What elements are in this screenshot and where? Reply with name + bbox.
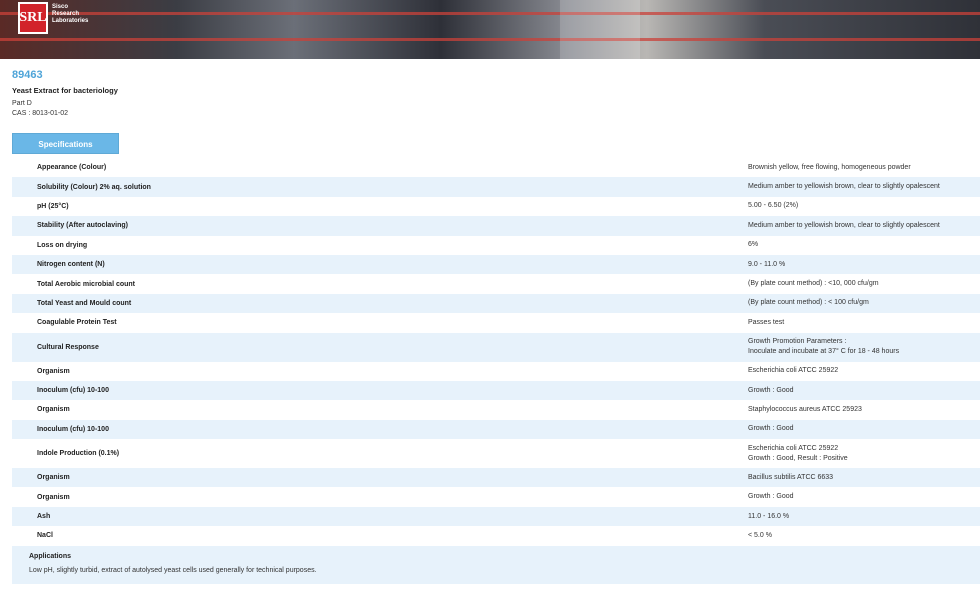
table-row: pH (25°C) 5.00 - 6.50 (2%) — [12, 197, 980, 216]
table-row: Solubility (Colour) 2% aq. solution Mediu… — [12, 177, 980, 197]
spec-value-line: 6% — [748, 241, 759, 249]
spec-value: Medium amber to yellowish brown, clear t… — [748, 216, 980, 236]
spec-value-line: Escherichia coli ATCC 25922 — [748, 367, 839, 375]
spec-value-line: Medium amber to yellowish brown, clear t… — [748, 183, 940, 191]
spec-property: Appearance (Colour) — [37, 164, 107, 172]
product-part: Part D — [12, 100, 32, 107]
spec-value-line: Escherichia coli ATCC 25922 — [748, 444, 839, 452]
table-row: Inoculum (cfu) 10-100 Growth : Good — [12, 419, 980, 440]
spec-value: 5.00 - 6.50 (2%) — [748, 197, 980, 216]
spec-property: Inoculum (cfu) 10-100 — [12, 380, 748, 401]
spec-value-line: 11.0 - 16.0 % — [748, 512, 790, 520]
spec-value-line: Growth : Good — [748, 425, 794, 433]
spec-property: Indole Production (0.1%) — [37, 450, 120, 458]
spec-value: Bacillus subtilis ATCC 6633 — [748, 468, 980, 488]
applications-text: Low pH, slightly turbid, extract of auto… — [29, 566, 317, 574]
spec-value-line: Growth : Good — [748, 493, 794, 501]
logo-line: Sisco — [52, 4, 69, 10]
table-row: Indole Production (0.1%) Escherichia coli… — [12, 439, 980, 468]
spec-value: < 5.0 % — [748, 526, 980, 545]
applications-title: Applications — [29, 552, 72, 560]
spec-property: Inoculum (cfu) 10-100 — [12, 419, 748, 440]
product-meta: Part D CAS : 8013-01-02 — [12, 99, 980, 119]
spec-value-line: < 5.0 % — [748, 531, 772, 539]
spec-value-line: 5.00 - 6.50 (2%) — [748, 202, 799, 210]
spec-value-line: Medium amber to yellowish brown, clear t… — [748, 221, 940, 229]
table-row: Organism Bacillus subtilis ATCC 6633 — [12, 468, 980, 488]
banner-shelf-stripe — [0, 12, 980, 15]
spec-value: Brownish yellow, free flowing, homogeneo… — [748, 158, 980, 177]
spec-value: Staphylococcus aureus ATCC 25923 — [748, 400, 980, 419]
spec-value: Growth : Good — [748, 487, 980, 506]
logo-text: Sisco Research Laboratories — [52, 4, 88, 25]
spec-value-line: Brownish yellow, free flowing, homogeneo… — [748, 163, 911, 171]
banner-light — [560, 0, 640, 59]
spec-value: 9.0 - 11.0 % — [748, 254, 980, 275]
spec-property: Cultural Response — [12, 332, 748, 362]
spec-property: Organism — [37, 493, 70, 501]
spec-value-line: Inoculate and incubate at 37° C for 18 -… — [748, 348, 900, 356]
spec-property: Ash — [12, 506, 748, 527]
logo-line: Research — [52, 11, 80, 17]
table-row: Organism Growth : Good — [12, 487, 980, 506]
spec-value: Growth : Good — [748, 419, 980, 440]
product-content: 89463 Yeast Extract for bacteriology Par… — [0, 59, 980, 584]
spec-property: Solubility (Colour) 2% aq. solution — [12, 177, 748, 197]
table-row: Total Aerobic microbial count (By plate c… — [12, 274, 980, 293]
spec-value-line: 9.0 - 11.0 % — [748, 260, 786, 268]
spec-property: Organism — [12, 468, 748, 488]
spec-value: Passes test — [748, 313, 980, 332]
table-row: Organism Escherichia coli ATCC 25922 — [12, 362, 980, 381]
header-banner: SRL Sisco Research Laboratories — [0, 0, 980, 59]
product-cas: CAS : 8013-01-02 — [12, 110, 69, 117]
table-row: Appearance (Colour) Brownish yellow, free… — [12, 158, 980, 177]
table-row: Loss on drying 6% — [12, 236, 980, 255]
tab-specifications[interactable]: Specifications — [12, 133, 119, 154]
spec-value-line: Passes test — [748, 318, 785, 326]
spec-value-line: Growth : Good — [748, 386, 794, 394]
table-row: Cultural Response Growth Promotion Parame… — [12, 332, 980, 362]
spec-property: NaCl — [37, 532, 53, 540]
table-row: Stability (After autoclaving) Medium ambe… — [12, 216, 980, 236]
table-row: Ash 11.0 - 16.0 % — [12, 506, 980, 527]
product-code: 89463 — [12, 69, 43, 81]
spec-value: (By plate count method) : < 100 cfu/gm — [748, 293, 980, 314]
spec-property: pH (25°C) — [37, 202, 69, 210]
spec-property: Total Yeast and Mould count — [12, 293, 748, 314]
spec-value: Escherichia coli ATCC 25922 Growth : Good… — [748, 439, 980, 468]
applications-section: Applications Low pH, slightly turbid, ex… — [12, 545, 980, 584]
table-row: NaCl < 5.0 % — [12, 526, 980, 545]
spec-value: Medium amber to yellowish brown, clear t… — [748, 177, 980, 197]
spec-property: Loss on drying — [37, 241, 88, 249]
spec-property: Total Aerobic microbial count — [37, 280, 136, 288]
spec-value: Growth : Good — [748, 380, 980, 401]
logo-mark: SRL — [18, 2, 48, 34]
spec-value-line: Growth Promotion Parameters : — [748, 338, 847, 346]
table-row: Total Yeast and Mould count (By plate cou… — [12, 293, 980, 314]
spec-value: Growth Promotion Parameters : Inoculate a… — [748, 332, 980, 362]
spec-value-line: Bacillus subtilis ATCC 6633 — [748, 473, 834, 481]
spec-value: 11.0 - 16.0 % — [748, 506, 980, 527]
table-row: Nitrogen content (N) 9.0 - 11.0 % — [12, 254, 980, 275]
spec-property: Organism — [37, 406, 70, 414]
spec-value-line: Growth : Good, Result : Positive — [748, 454, 848, 462]
table-row: Organism Staphylococcus aureus ATCC 25923 — [12, 400, 980, 419]
table-row: Inoculum (cfu) 10-100 Growth : Good — [12, 380, 980, 401]
spec-property: Coagulable Protein Test — [37, 319, 117, 327]
spec-value: 6% — [748, 236, 980, 255]
spec-value: (By plate count method) : <10, 000 cfu/g… — [748, 274, 980, 293]
spec-value-line: Staphylococcus aureus ATCC 25923 — [748, 405, 862, 413]
banner-shelf-stripe — [0, 38, 980, 41]
spec-value: Escherichia coli ATCC 25922 — [748, 362, 980, 381]
logo-line: Laboratories — [52, 18, 89, 24]
product-name: Yeast Extract for bacteriology — [12, 86, 118, 95]
spec-value-line: (By plate count method) : <10, 000 cfu/g… — [748, 280, 879, 288]
spec-value-line: (By plate count method) : < 100 cfu/gm — [748, 299, 869, 307]
specifications-table: Appearance (Colour) Brownish yellow, free… — [12, 158, 980, 546]
spec-property: Stability (After autoclaving) — [12, 216, 748, 236]
spec-property: Organism — [37, 367, 70, 375]
table-row: Coagulable Protein Test Passes test — [12, 313, 980, 332]
brand-logo[interactable]: SRL Sisco Research Laboratories — [18, 2, 88, 34]
spec-property: Nitrogen content (N) — [12, 254, 748, 275]
